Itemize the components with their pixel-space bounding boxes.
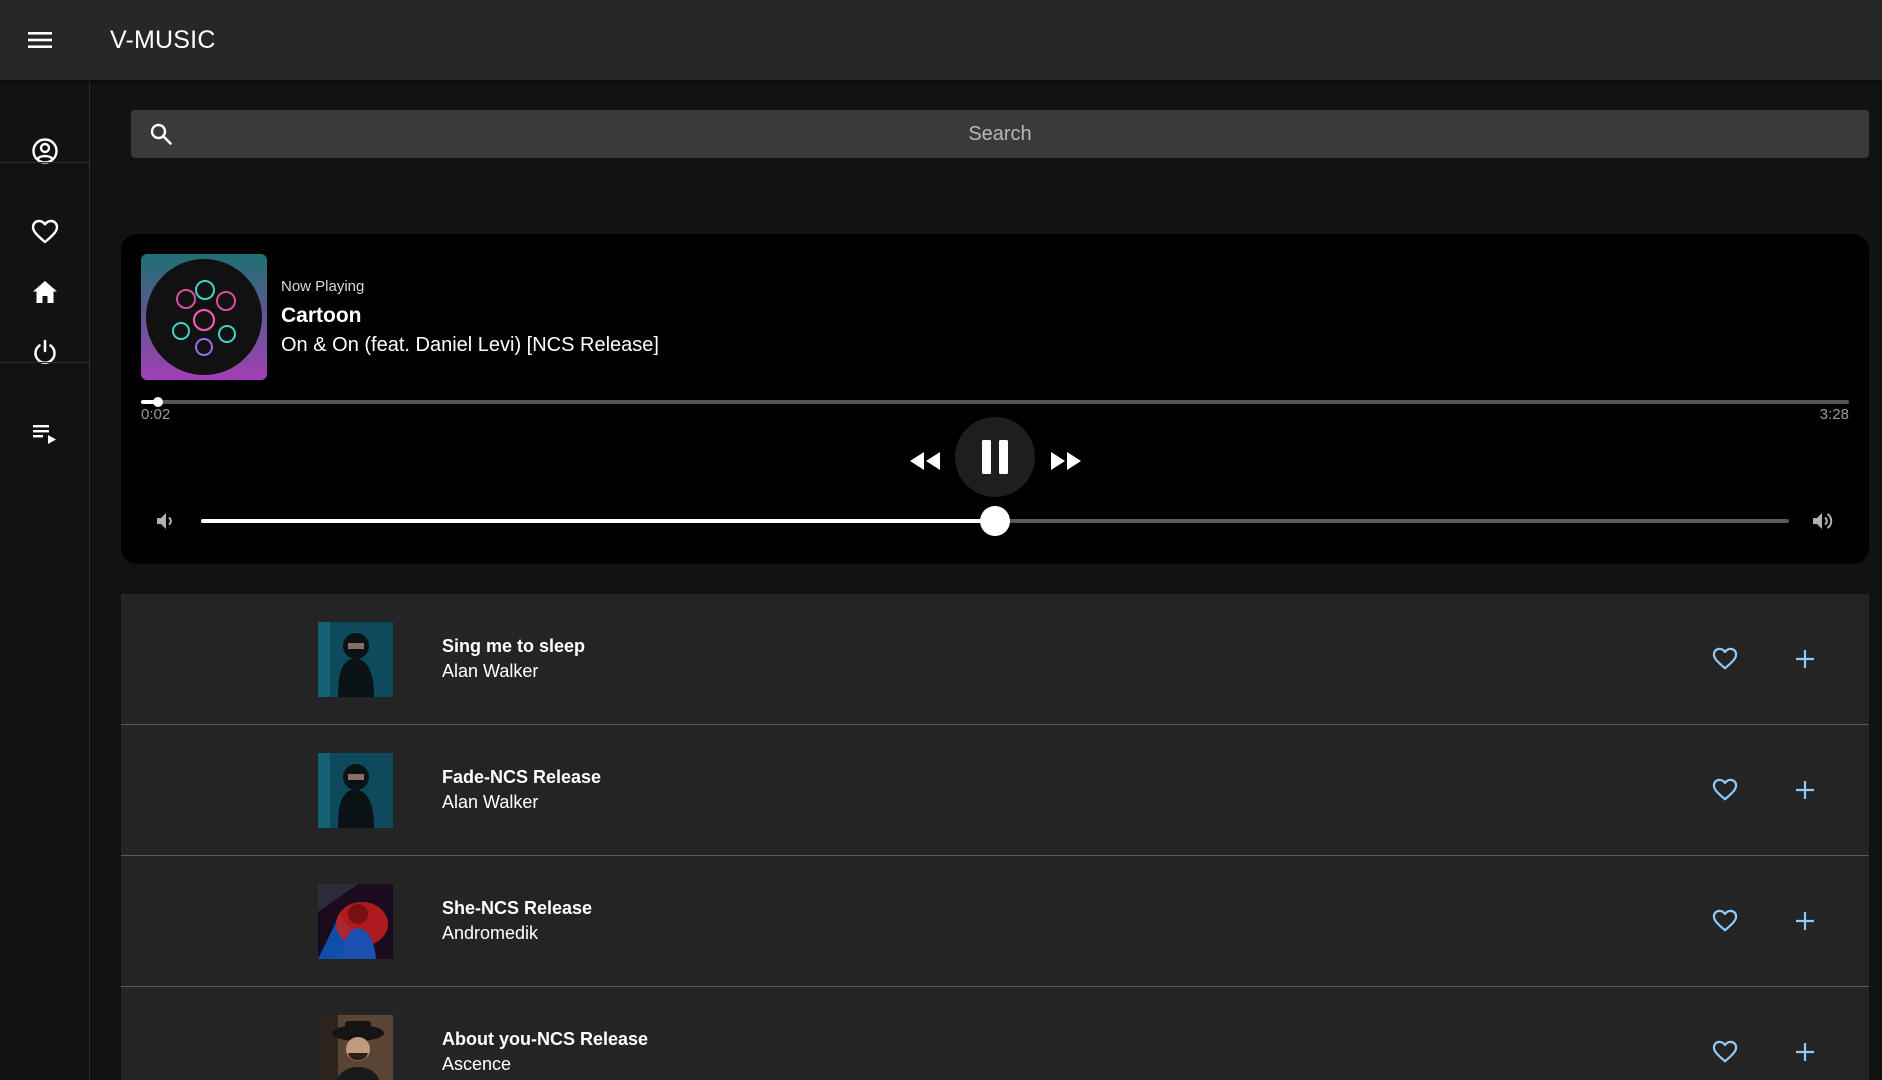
song-title: Fade-NCS Release: [442, 767, 602, 787]
volume-slider[interactable]: [201, 506, 1789, 536]
volume-down-icon: [157, 513, 172, 529]
song-thumbnail: [318, 884, 393, 959]
favorite-button[interactable]: [1707, 772, 1743, 808]
song-title: She-NCS Release: [442, 898, 593, 918]
playlist-play-icon: [33, 425, 56, 444]
song-art-image: [318, 884, 393, 959]
now-playing-cover: [141, 254, 267, 380]
plus-icon: [1796, 650, 1814, 668]
sidebar-divider: [0, 362, 90, 363]
pause-button[interactable]: [955, 417, 1035, 497]
search-button[interactable]: [131, 110, 191, 158]
search-bar: [131, 110, 1869, 158]
search-icon: [150, 123, 172, 145]
song-art-image: [318, 622, 393, 697]
sidebar-item-favorites[interactable]: [0, 202, 90, 262]
list-item[interactable]: Sing me to sleep Alan Walker: [121, 594, 1869, 725]
volume-up-button[interactable]: [1809, 506, 1839, 536]
song-artist: Andromedik: [442, 923, 539, 943]
next-button[interactable]: [1043, 438, 1089, 484]
now-playing-card: Now Playing Cartoon On & On (feat. Danie…: [121, 234, 1869, 564]
favorite-button[interactable]: [1707, 1034, 1743, 1070]
heart-outline-icon: [1712, 909, 1738, 932]
list-item[interactable]: Fade-NCS Release Alan Walker: [121, 725, 1869, 856]
add-to-queue-button[interactable]: [1787, 641, 1823, 677]
menu-button[interactable]: [0, 0, 80, 80]
song-list: Sing me to sleep Alan Walker Fade-NCS Re…: [121, 594, 1869, 1080]
app-title: V-MUSIC: [110, 25, 216, 54]
sidebar-item-queue[interactable]: [0, 403, 90, 463]
sidebar: [0, 80, 90, 1080]
song-artist: Ascence: [442, 1054, 512, 1074]
elapsed-time: 0:02: [141, 406, 171, 423]
seek-rail: [141, 400, 1849, 404]
plus-icon: [1796, 781, 1814, 799]
add-to-queue-button[interactable]: [1787, 772, 1823, 808]
fast-forward-icon: [1051, 452, 1081, 470]
song-title: About you-NCS Release: [442, 1029, 649, 1049]
album-art-image: [141, 254, 267, 380]
home-icon: [33, 281, 57, 303]
song-artist: Alan Walker: [442, 661, 539, 681]
sidebar-item-logout[interactable]: [0, 322, 90, 382]
heart-outline-icon: [1712, 778, 1738, 801]
add-to-queue-button[interactable]: [1787, 903, 1823, 939]
plus-icon: [1796, 1043, 1814, 1061]
song-thumbnail: [318, 753, 393, 828]
previous-button[interactable]: [902, 438, 948, 484]
now-playing-label: Now Playing: [281, 278, 365, 295]
app-bar: V-MUSIC: [0, 0, 1882, 80]
now-playing-track: On & On (feat. Daniel Levi) [NCS Release…: [281, 334, 659, 356]
volume-fill: [201, 519, 995, 523]
account-circle-icon: [32, 138, 58, 164]
sidebar-item-profile[interactable]: [0, 121, 90, 181]
song-thumbnail: [318, 1015, 393, 1080]
plus-icon: [1796, 912, 1814, 930]
song-artist: Alan Walker: [442, 792, 539, 812]
rewind-icon: [910, 452, 940, 470]
song-art-image: [318, 1015, 393, 1080]
favorite-button[interactable]: [1707, 903, 1743, 939]
sidebar-item-home[interactable]: [0, 262, 90, 322]
seek-slider[interactable]: [141, 394, 1849, 410]
volume-thumb[interactable]: [980, 506, 1010, 536]
volume-down-button[interactable]: [151, 506, 181, 536]
song-art-image: [318, 753, 393, 828]
list-item[interactable]: About you-NCS Release Ascence: [121, 987, 1869, 1080]
sidebar-divider: [0, 162, 90, 163]
now-playing-artist: Cartoon: [281, 304, 362, 327]
add-to-queue-button[interactable]: [1787, 1034, 1823, 1070]
search-input[interactable]: [191, 110, 1869, 158]
heart-outline-icon: [1712, 647, 1738, 670]
pause-icon: [982, 440, 1008, 474]
song-title: Sing me to sleep: [442, 636, 586, 656]
menu-icon: [28, 32, 52, 48]
song-thumbnail: [318, 622, 393, 697]
heart-outline-icon: [1712, 1040, 1738, 1063]
heart-outline-icon: [31, 219, 59, 244]
total-duration: 3:28: [1819, 406, 1849, 423]
volume-up-icon: [1813, 513, 1833, 529]
list-item[interactable]: She-NCS Release Andromedik: [121, 856, 1869, 987]
favorite-button[interactable]: [1707, 641, 1743, 677]
